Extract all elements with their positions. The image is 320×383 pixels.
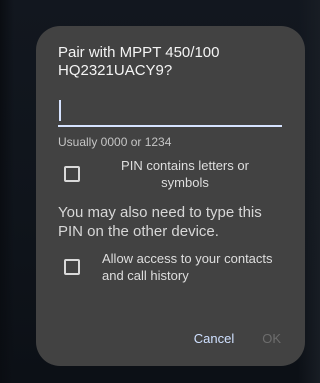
pin-input[interactable] — [58, 96, 282, 123]
contacts-access-option[interactable]: Allow access to your contacts and call h… — [58, 248, 281, 286]
pin-hint: Usually 0000 or 1234 — [58, 135, 172, 149]
text-cursor — [59, 100, 61, 121]
cancel-button[interactable]: Cancel — [194, 331, 234, 346]
contacts-access-label: Allow access to your contacts and call h… — [102, 251, 273, 283]
backdrop-edge-left — [0, 0, 14, 383]
pairing-dialog: Pair with MPPT 450/100 HQ2321UACY9? Usua… — [36, 26, 305, 366]
contacts-access-checkbox[interactable] — [64, 259, 80, 275]
ok-button[interactable]: OK — [262, 331, 281, 346]
pin-note: You may also need to type this PIN on th… — [58, 204, 262, 240]
pin-letters-option[interactable]: PIN contains letters or symbols — [58, 157, 281, 191]
pin-letters-label: PIN contains letters or symbols — [121, 158, 249, 190]
dialog-actions: Cancel OK — [194, 331, 281, 346]
dialog-title: Pair with MPPT 450/100 HQ2321UACY9? — [58, 44, 220, 79]
pin-field[interactable] — [58, 96, 282, 127]
pin-letters-checkbox[interactable] — [64, 166, 80, 182]
